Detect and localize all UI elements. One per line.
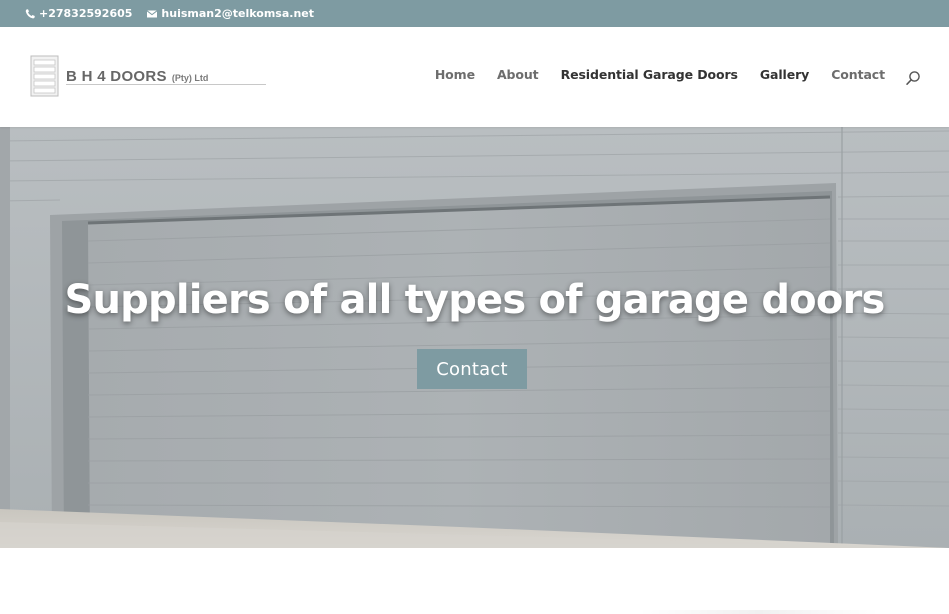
logo-company-suffix: (Pty) Ltd xyxy=(171,72,209,83)
content-area xyxy=(0,548,949,614)
garage-door-logo-icon xyxy=(30,55,59,97)
logo-company-name: B H 4 DOORS xyxy=(66,67,167,85)
email-address: huisman2@telkomsa.net xyxy=(161,7,314,20)
hero-section: Suppliers of all types of garage doors C… xyxy=(0,127,949,548)
nav-about[interactable]: About xyxy=(497,67,539,82)
logo-text: B H 4 DOORS (Pty) Ltd xyxy=(66,68,208,85)
card-shadow xyxy=(639,610,879,614)
hero-title: Suppliers of all types of garage doors xyxy=(64,277,886,323)
main-nav: Home About Residential Garage Doors Gall… xyxy=(413,67,885,82)
phone-number: +27832592605 xyxy=(39,7,133,20)
nav-residential-garage-doors[interactable]: Residential Garage Doors xyxy=(561,67,738,82)
garage-door-photo xyxy=(0,127,949,548)
search-icon[interactable] xyxy=(905,70,921,86)
email-contact[interactable]: huisman2@telkomsa.net xyxy=(146,7,314,20)
logo-underline xyxy=(66,84,266,85)
envelope-icon xyxy=(146,8,158,20)
hero-contact-button[interactable]: Contact xyxy=(417,349,527,389)
phone-contact[interactable]: +27832592605 xyxy=(24,7,132,20)
site-logo[interactable]: B H 4 DOORS (Pty) Ltd xyxy=(30,51,266,101)
top-bar: +27832592605 huisman2@telkomsa.net xyxy=(0,0,949,27)
nav-home[interactable]: Home xyxy=(435,67,475,82)
site-header: B H 4 DOORS (Pty) Ltd Home About Residen… xyxy=(0,27,949,127)
nav-contact[interactable]: Contact xyxy=(831,67,885,82)
phone-icon xyxy=(24,8,36,20)
nav-gallery[interactable]: Gallery xyxy=(760,67,809,82)
